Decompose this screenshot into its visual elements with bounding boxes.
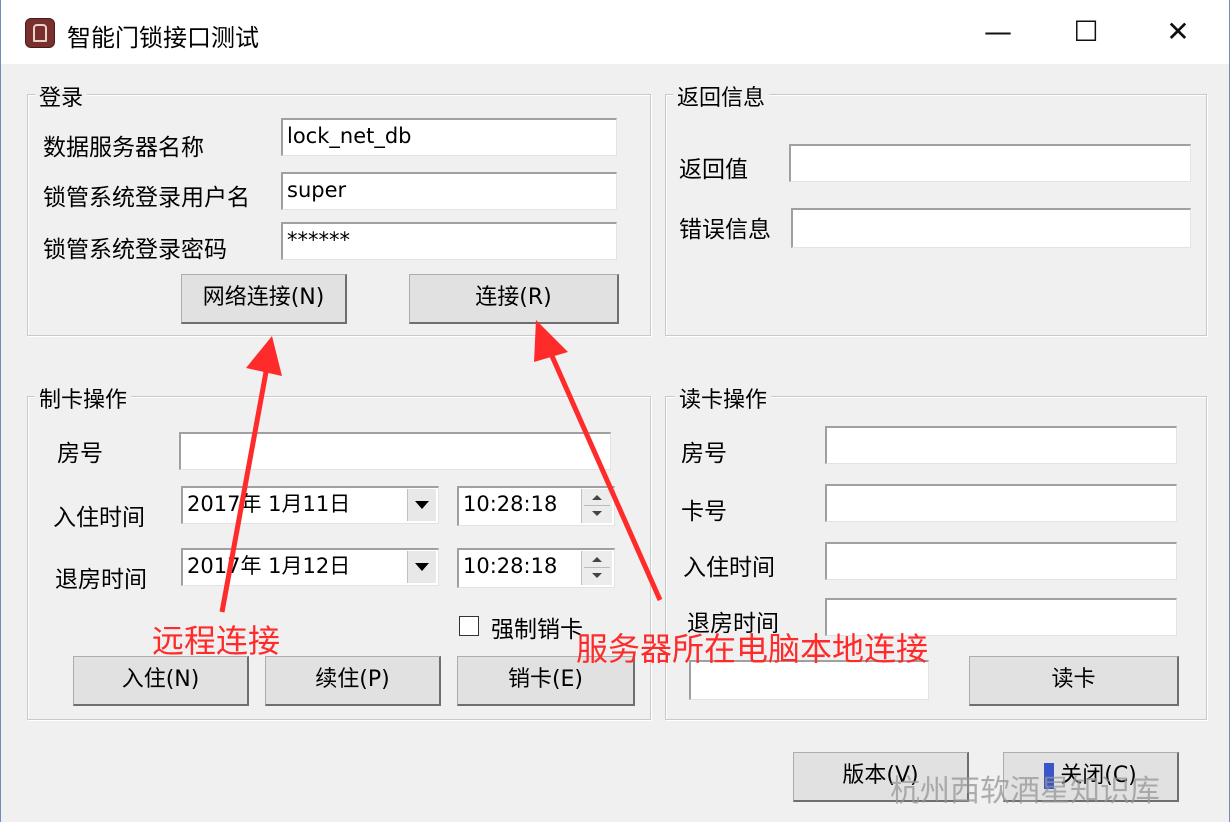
password-input[interactable]: ******	[281, 222, 617, 260]
local-connect-annotation: 服务器所在电脑本地连接	[576, 630, 929, 668]
read-card-legend: 读卡操作	[675, 382, 772, 414]
checkin-button-label: 入住(N)	[121, 667, 200, 692]
checkin-date-dropdown-icon[interactable]	[407, 489, 436, 521]
username-label: 锁管系统登录用户名	[43, 185, 250, 211]
connect-button[interactable]: 连接(R)	[409, 274, 619, 324]
server-name-input[interactable]: lock_net_db	[281, 118, 617, 156]
password-label: 锁管系统登录密码	[43, 237, 227, 263]
read-checkin-input[interactable]	[825, 542, 1177, 580]
watermark: 杭州西软酒星知识库	[890, 774, 1160, 809]
return-value-input[interactable]	[789, 144, 1191, 182]
window-title: 智能门锁接口测试	[67, 24, 259, 52]
connect-label: 连接(R)	[475, 285, 552, 310]
maximize-button[interactable]: ☐	[1051, 10, 1121, 54]
read-room-label: 房号	[681, 441, 727, 467]
checkout-date-picker[interactable]: 2017年 1月12日	[181, 548, 439, 586]
remote-connect-annotation: 远程连接	[152, 622, 281, 660]
extend-stay-button-label: 续住(P)	[315, 667, 390, 692]
read-card-button-label: 读卡	[1051, 667, 1096, 692]
read-room-input[interactable]	[825, 426, 1177, 464]
room-number-label: 房号	[57, 441, 103, 467]
server-name-label: 数据服务器名称	[43, 135, 204, 161]
title-bar: 智能门锁接口测试 — ☐ ✕	[1, 0, 1229, 64]
extend-stay-button[interactable]: 续住(P)	[265, 656, 441, 706]
close-window-button[interactable]: ✕	[1143, 10, 1213, 54]
checkout-time-label: 退房时间	[55, 567, 147, 593]
app-window: 智能门锁接口测试 — ☐ ✕ 登录 数据服务器名称 lock_net_db 锁管…	[0, 0, 1230, 822]
username-input[interactable]: super	[281, 172, 617, 210]
make-card-legend: 制卡操作	[35, 382, 132, 414]
app-lock-icon	[25, 18, 55, 48]
checkin-date-picker[interactable]: 2017年 1月11日	[181, 486, 439, 524]
error-info-input[interactable]	[791, 208, 1191, 248]
cancel-card-button-label: 销卡(E)	[507, 667, 584, 692]
read-card-button[interactable]: 读卡	[969, 656, 1179, 706]
checkin-button[interactable]: 入住(N)	[73, 656, 249, 706]
force-cancel-checkbox[interactable]	[459, 616, 479, 636]
checkin-time-spinner-icon[interactable]	[581, 489, 612, 523]
login-legend: 登录	[35, 80, 88, 112]
network-connect-label: 网络连接(N)	[202, 285, 325, 310]
read-checkin-label: 入住时间	[683, 555, 775, 581]
read-card-no-input[interactable]	[825, 484, 1177, 522]
checkin-time-label: 入住时间	[53, 505, 145, 531]
minimize-button[interactable]: —	[963, 10, 1033, 54]
checkout-time-spinner-icon[interactable]	[581, 551, 612, 585]
return-value-label: 返回值	[679, 157, 748, 183]
network-connect-button[interactable]: 网络连接(N)	[181, 274, 347, 324]
read-card-no-label: 卡号	[681, 499, 727, 525]
room-number-input[interactable]	[179, 432, 611, 470]
error-info-label: 错误信息	[679, 217, 771, 243]
checkout-date-dropdown-icon[interactable]	[407, 551, 436, 583]
force-cancel-label: 强制销卡	[491, 617, 583, 643]
return-info-legend: 返回信息	[673, 80, 770, 112]
